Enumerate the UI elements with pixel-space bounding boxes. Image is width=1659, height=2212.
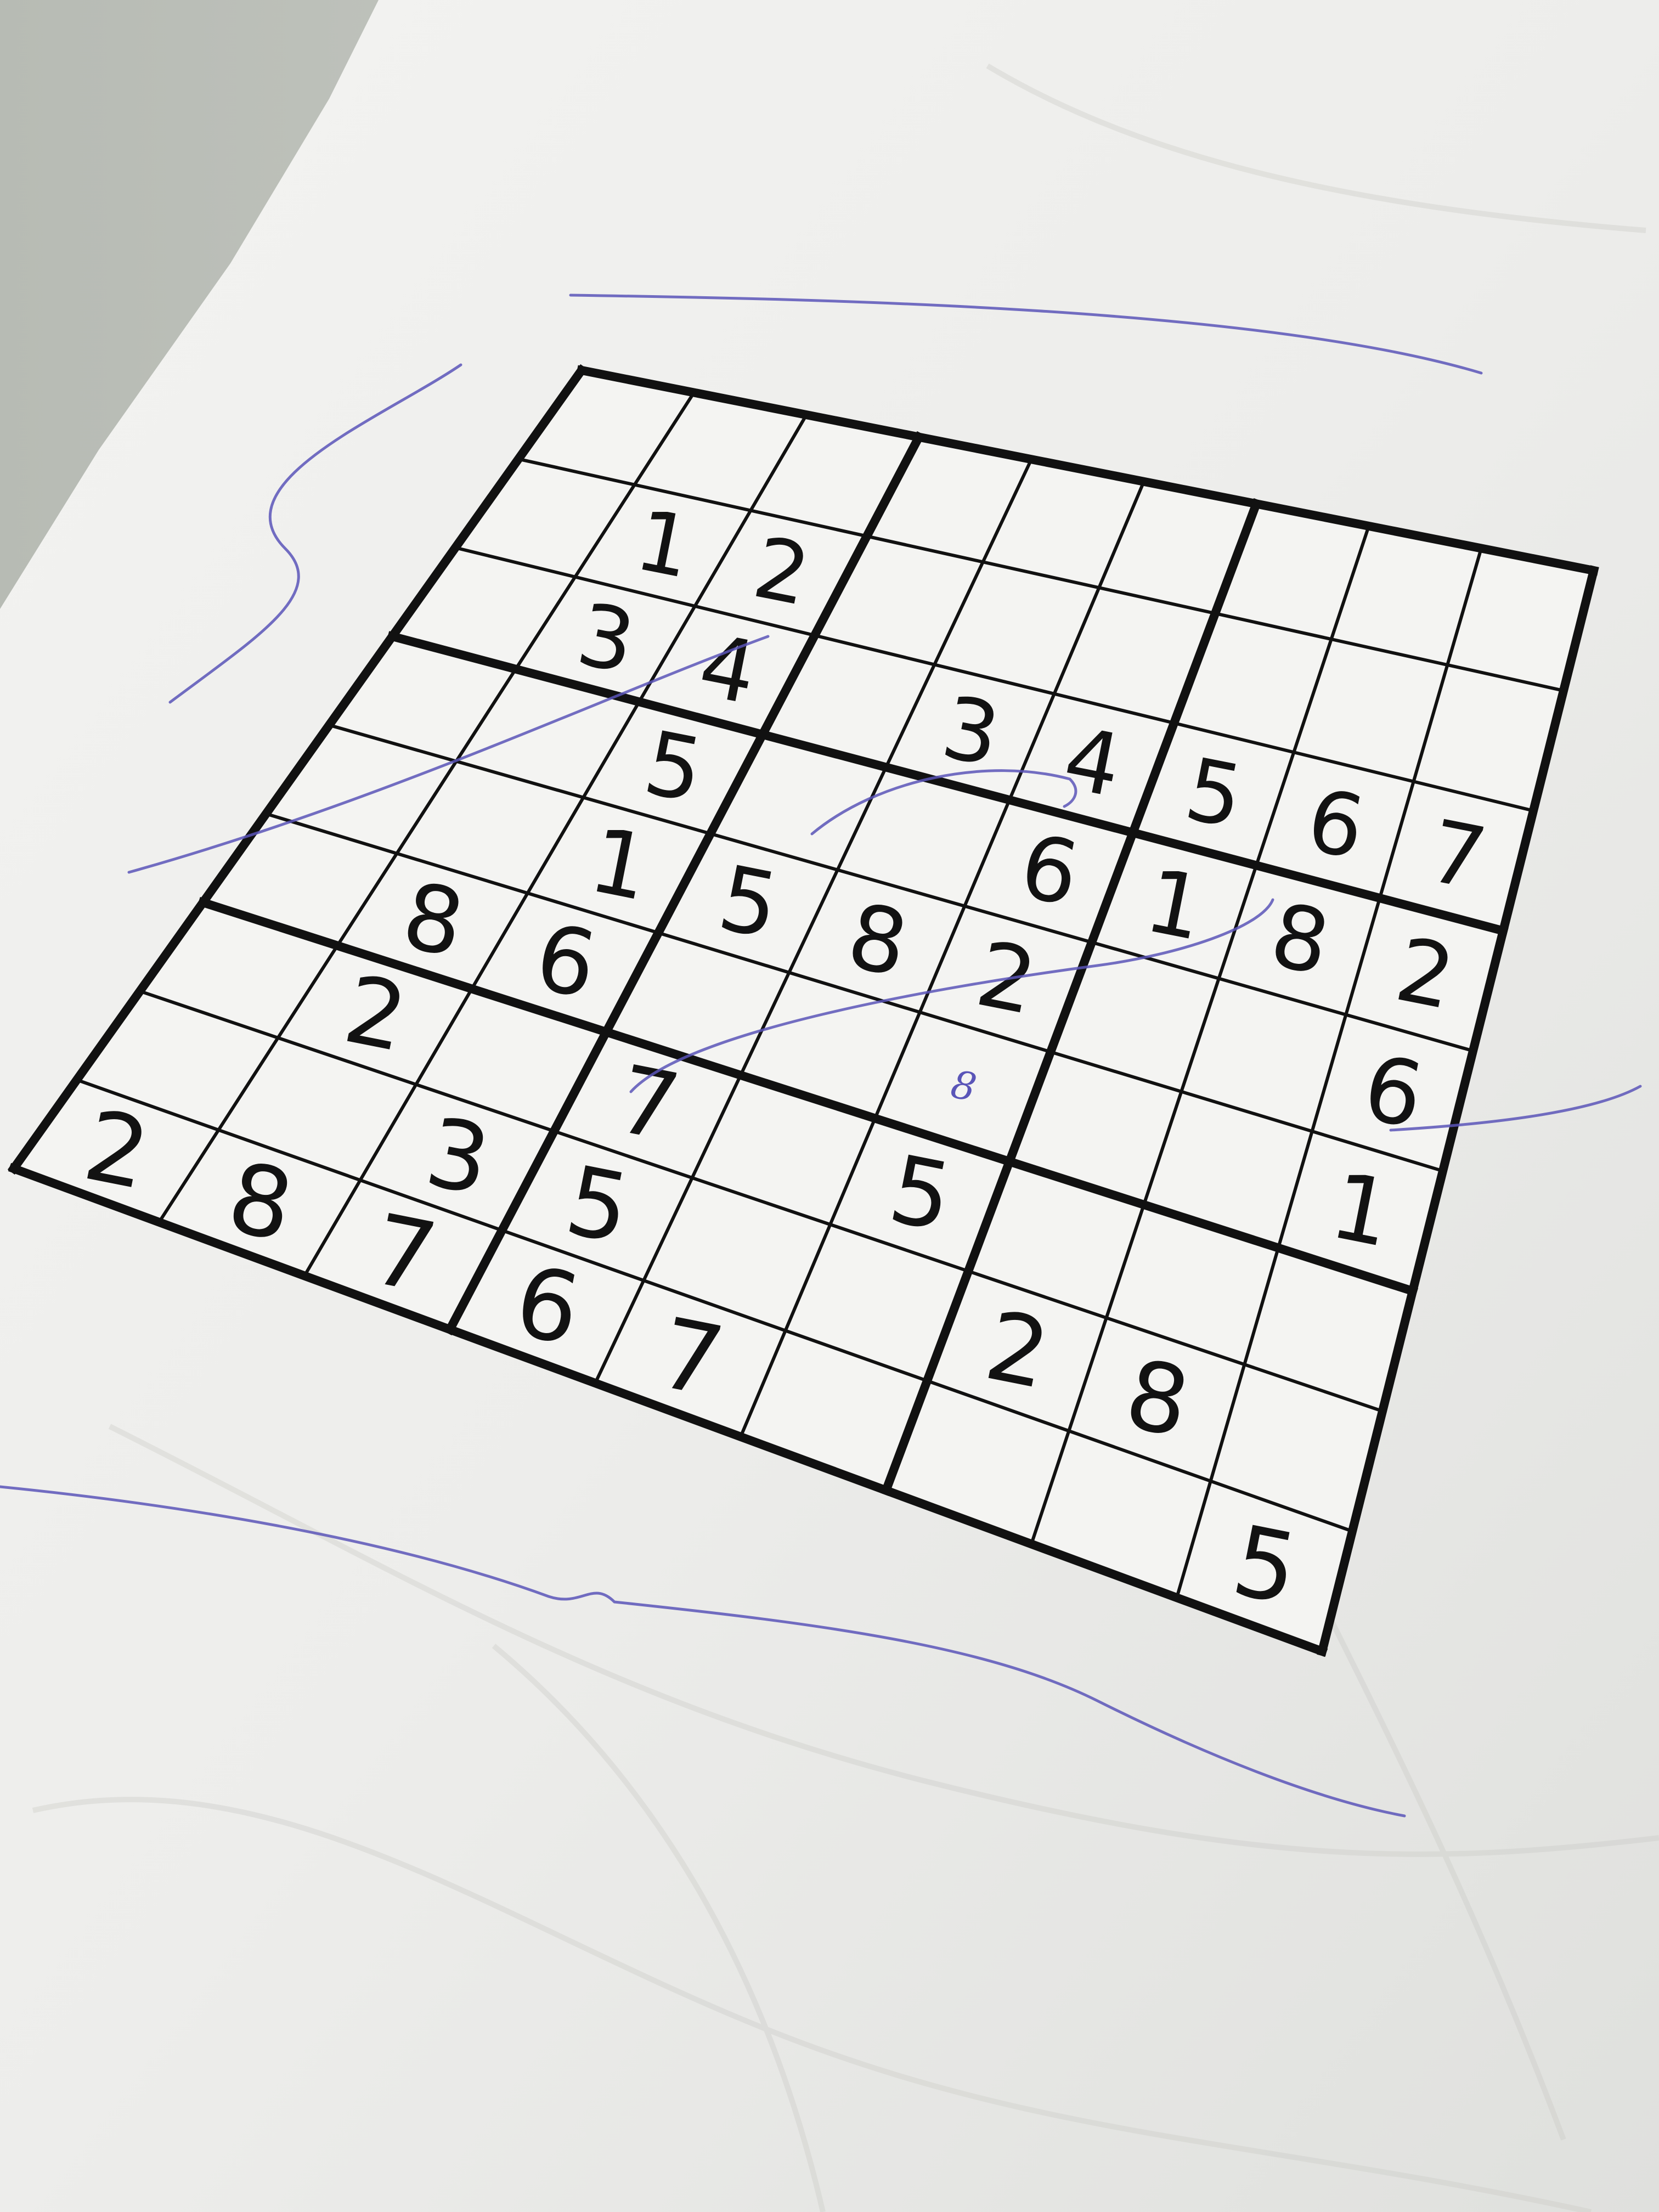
photo-scene: 1 23 43 4 5 6 756 1 8 21 5 8 268 612753 52 82 8 7 6 758 [0,0,1659,2212]
